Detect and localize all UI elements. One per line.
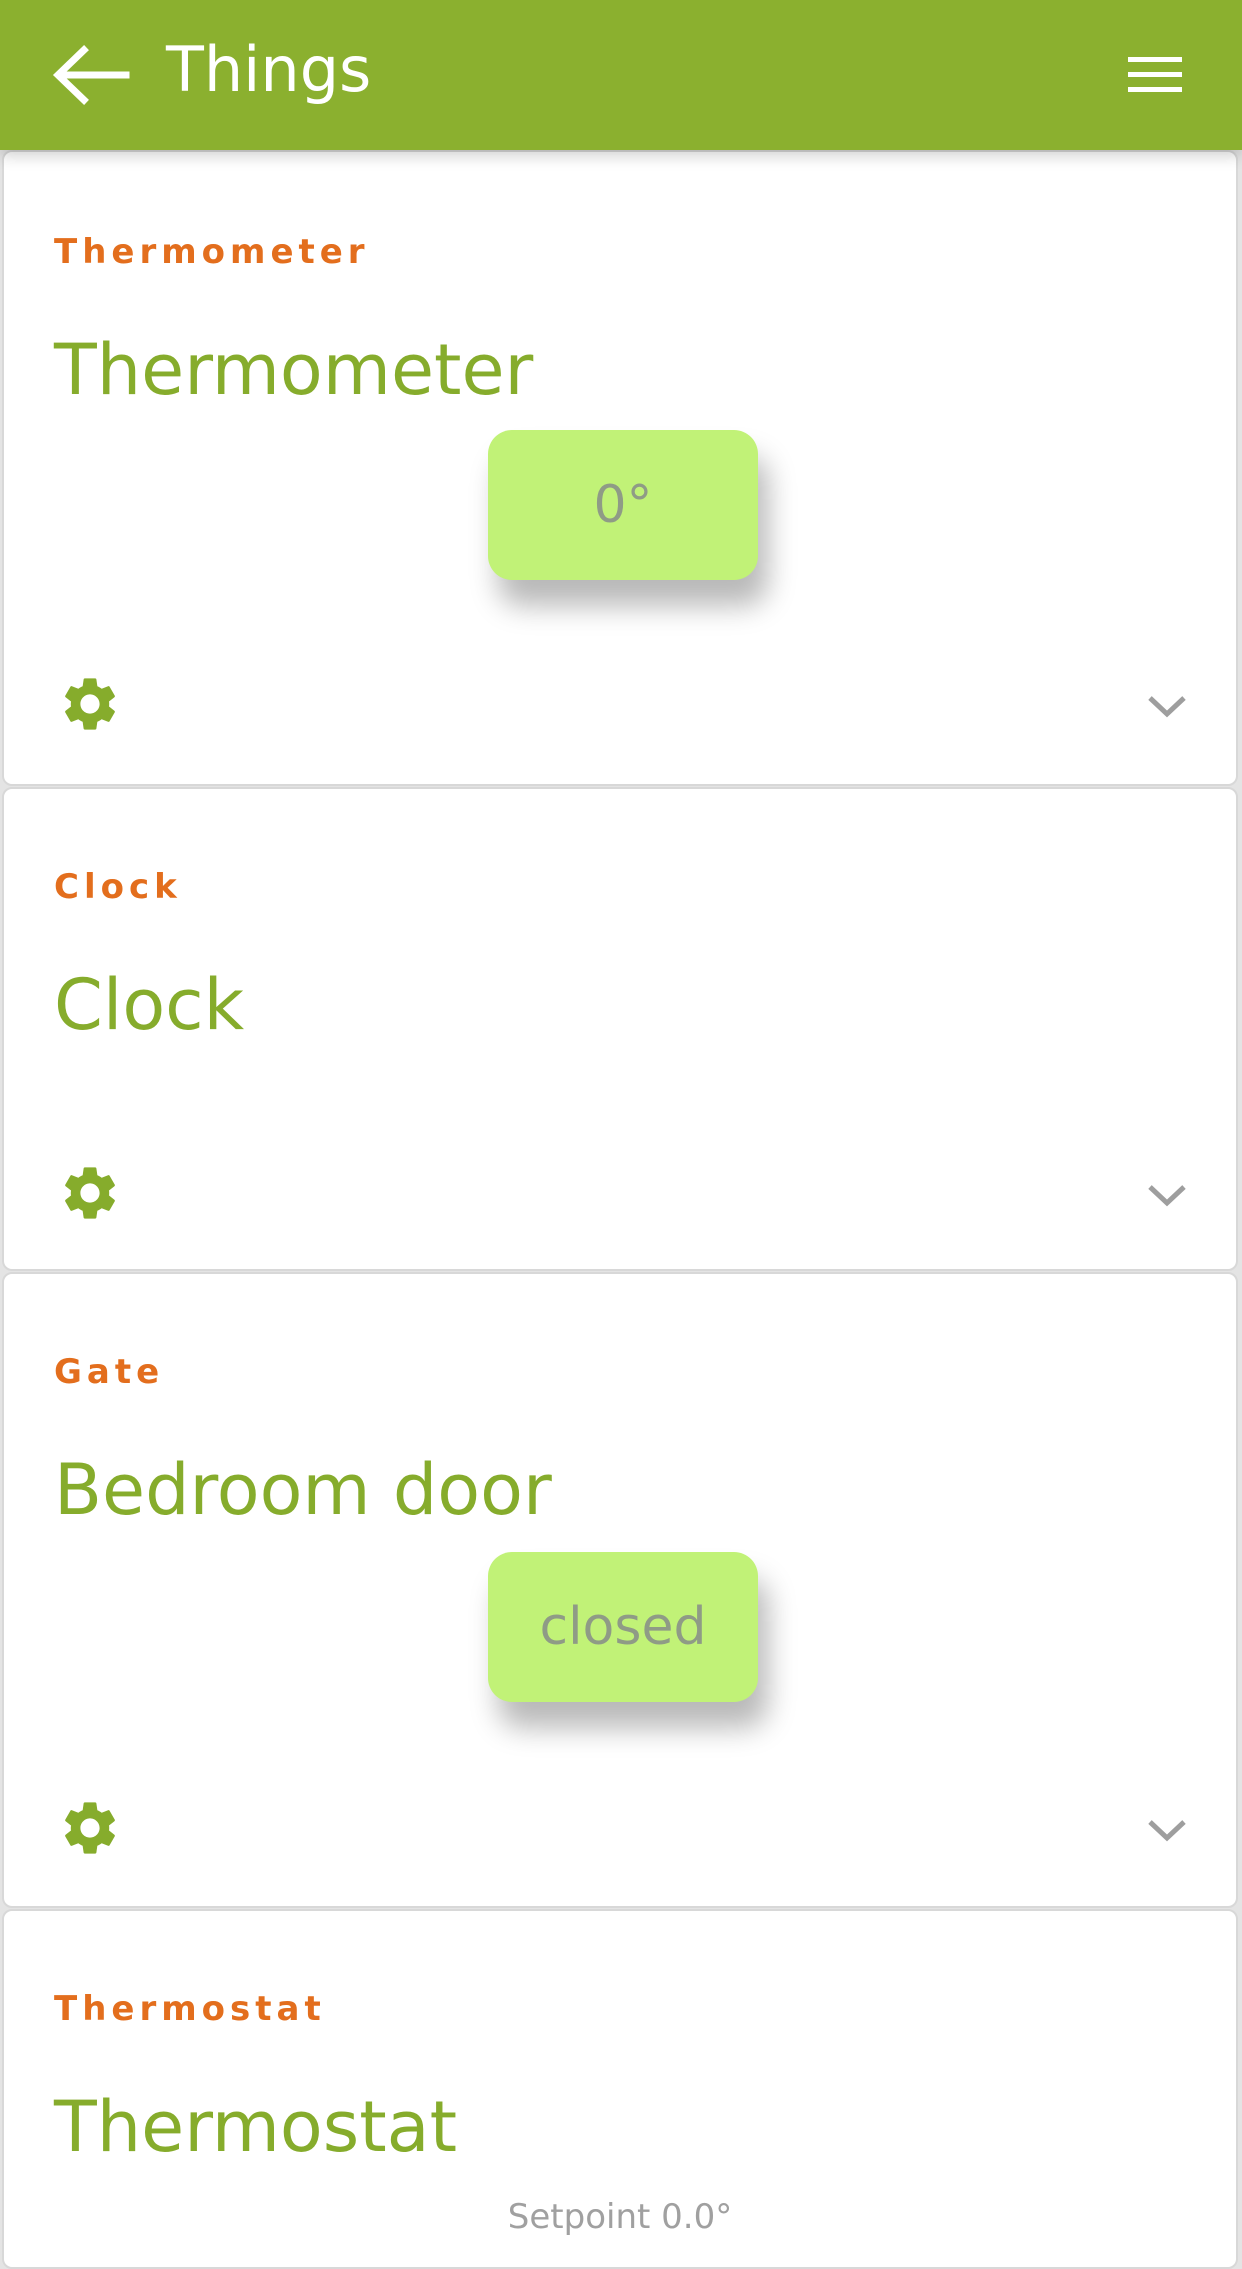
gear-icon[interactable]: [58, 1161, 122, 1225]
thing-name: Thermometer: [54, 329, 534, 411]
thing-value-badge[interactable]: closed: [488, 1552, 758, 1702]
thing-card-thermostat[interactable]: Thermostat Thermostat Setpoint 0.0°: [2, 1909, 1238, 2269]
thing-type-label: Clock: [54, 867, 182, 907]
back-button[interactable]: [50, 40, 134, 110]
app-bar: Things: [0, 0, 1242, 150]
arrow-left-icon: [52, 45, 130, 105]
gear-icon[interactable]: [58, 672, 122, 736]
hamburger-menu-icon: [1128, 57, 1182, 92]
thing-type-label: Thermometer: [54, 232, 370, 272]
thing-card-thermometer[interactable]: Thermometer Thermometer 0°: [2, 150, 1238, 786]
thing-name: Bedroom door: [54, 1449, 552, 1531]
thing-card-gate[interactable]: Gate Bedroom door closed: [2, 1272, 1238, 1908]
menu-button[interactable]: [1120, 48, 1190, 104]
gear-icon[interactable]: [58, 1796, 122, 1860]
chevron-down-icon[interactable]: [1144, 1816, 1190, 1846]
chevron-down-icon[interactable]: [1144, 1181, 1190, 1211]
thing-card-clock[interactable]: Clock Clock: [2, 787, 1238, 1271]
thing-name: Clock: [54, 964, 245, 1046]
setpoint-label: Setpoint 0.0°: [507, 2197, 733, 2237]
thing-value-badge[interactable]: 0°: [488, 430, 758, 580]
thing-name: Thermostat: [54, 2086, 458, 2168]
thing-type-label: Gate: [54, 1352, 165, 1392]
page-title: Things: [166, 33, 372, 106]
chevron-down-icon[interactable]: [1144, 692, 1190, 722]
thing-type-label: Thermostat: [54, 1989, 326, 2029]
